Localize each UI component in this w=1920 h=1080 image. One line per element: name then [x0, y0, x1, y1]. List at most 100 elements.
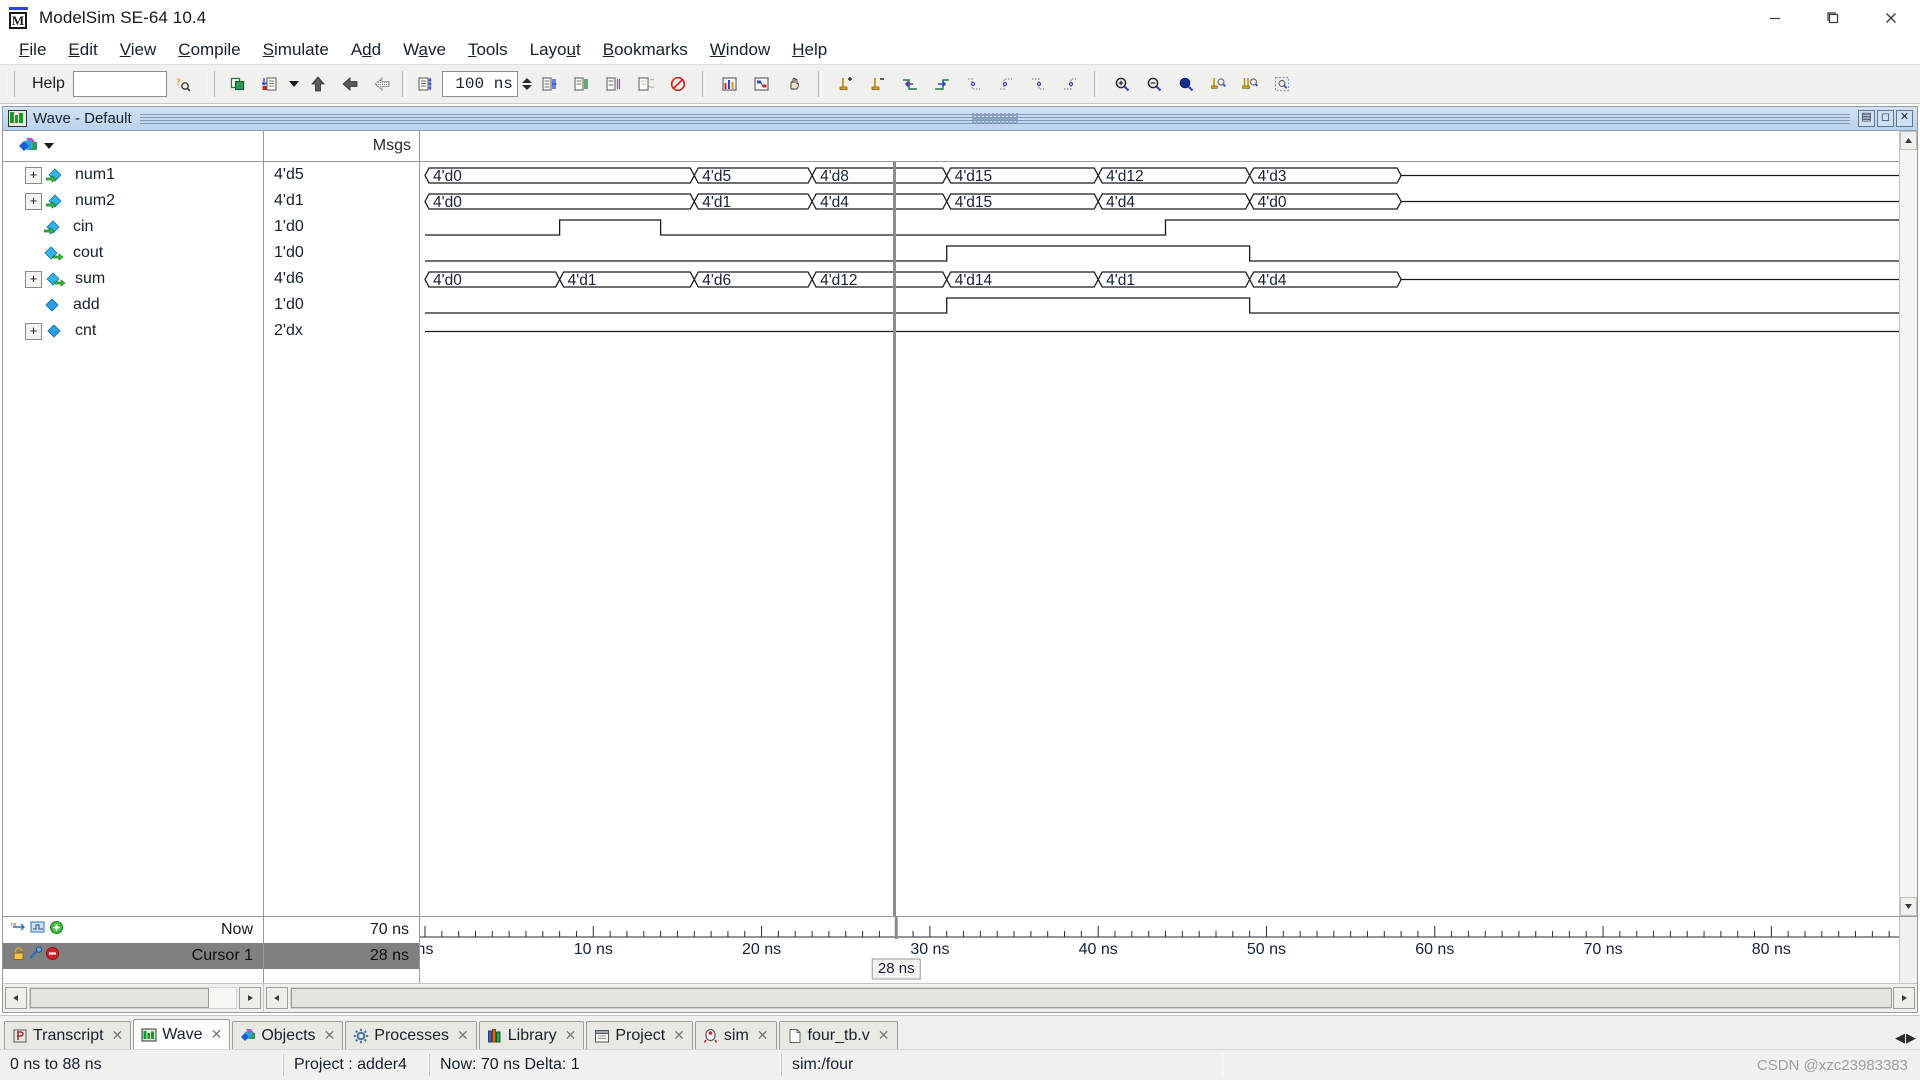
cursor-value[interactable]: 28 ns	[264, 943, 419, 969]
find-previous-transition-icon[interactable]	[894, 68, 926, 100]
run-icon[interactable]	[302, 68, 334, 100]
find-next-transition-icon[interactable]	[926, 68, 958, 100]
menu-simulate[interactable]: Simulate	[252, 37, 340, 63]
find-previous-falling-icon[interactable]	[958, 68, 990, 100]
menu-window[interactable]: Window	[699, 37, 781, 63]
configure-cursor-icon[interactable]	[28, 946, 43, 966]
vertical-scroll-track[interactable]	[1900, 150, 1917, 897]
step-icon[interactable]	[534, 68, 566, 100]
break-icon[interactable]	[410, 68, 442, 100]
run-length-input[interactable]: 100 ns	[442, 71, 518, 97]
menu-layout[interactable]: Layout	[519, 37, 592, 63]
tab-close-icon[interactable]: ✕	[211, 1026, 223, 1043]
scroll-left-icon[interactable]	[5, 987, 27, 1009]
help-search-icon[interactable]: ?	[167, 68, 199, 100]
signal-row-add[interactable]: add	[3, 292, 263, 318]
menu-edit[interactable]: Edit	[57, 37, 108, 63]
dataflow-icon[interactable]	[746, 68, 778, 100]
menu-add[interactable]: Add	[340, 37, 392, 63]
add-wave-icon[interactable]	[30, 920, 47, 940]
tab-close-icon[interactable]: ✕	[757, 1027, 769, 1044]
wave-close-icon[interactable]: ✕	[1896, 110, 1913, 127]
add-green-icon[interactable]	[49, 920, 64, 940]
zoom-between-cursors-icon[interactable]	[1234, 68, 1266, 100]
signal-row-num1[interactable]: + num1	[3, 162, 263, 188]
tab-transcript[interactable]: Transcript ✕	[4, 1021, 131, 1049]
menu-tools[interactable]: Tools	[457, 37, 519, 63]
now-marker-icon[interactable]: ns	[11, 920, 28, 940]
continue-run-icon[interactable]	[334, 68, 366, 100]
menu-view[interactable]: View	[109, 37, 168, 63]
paste-icon[interactable]	[254, 68, 286, 100]
tab-close-icon[interactable]: ✕	[112, 1027, 124, 1044]
close-icon[interactable]	[1862, 0, 1920, 36]
toolbar-grip[interactable]	[6, 71, 15, 97]
zoom-in-on-active-cursor-icon[interactable]	[1202, 68, 1234, 100]
tab-close-icon[interactable]: ✕	[565, 1027, 577, 1044]
copy-icon[interactable]	[222, 68, 254, 100]
tab-close-icon[interactable]: ✕	[457, 1027, 469, 1044]
menu-compile[interactable]: Compile	[167, 37, 251, 63]
signal-row-sum[interactable]: + sum	[3, 266, 263, 292]
menu-wave[interactable]: Wave	[392, 37, 457, 63]
zoom-in-icon[interactable]	[1106, 68, 1138, 100]
zoom-range-icon[interactable]	[1266, 68, 1298, 100]
cursor-time-flag[interactable]: 28 ns	[878, 960, 915, 977]
time-ruler[interactable]: ns10 ns20 ns30 ns40 ns50 ns60 ns70 ns80 …	[420, 917, 1899, 983]
toolbar-grip-2[interactable]	[206, 71, 215, 97]
scroll-up-icon[interactable]	[1900, 131, 1917, 150]
tab-wave[interactable]: Wave ✕	[133, 1019, 230, 1049]
insert-cursor-icon[interactable]	[830, 68, 862, 100]
restart-icon[interactable]	[630, 68, 662, 100]
lock-icon[interactable]	[11, 946, 26, 966]
tab-objects[interactable]: Objects ✕	[232, 1021, 343, 1049]
signal-view-dropdown[interactable]	[3, 136, 54, 156]
names-hscrollbar[interactable]	[3, 984, 264, 1012]
maximize-icon[interactable]	[1804, 0, 1862, 36]
names-scroll-track[interactable]	[29, 987, 237, 1009]
find-previous-rising-icon[interactable]	[990, 68, 1022, 100]
tabbar-scroll-right-icon[interactable]: ▶	[1906, 1030, 1916, 1046]
expand-toggle-sum[interactable]: +	[25, 271, 42, 288]
cursor-1-line[interactable]	[893, 162, 896, 916]
chevron-down-icon[interactable]	[286, 68, 302, 100]
signal-row-num2[interactable]: + num2	[3, 188, 263, 214]
wave-maximize-icon[interactable]: ◻	[1877, 110, 1894, 127]
signal-row-cout[interactable]: cout	[3, 240, 263, 266]
wave-restore-icon[interactable]: ▤	[1858, 110, 1875, 127]
expand-toggle-num1[interactable]: +	[25, 167, 42, 184]
tab-four-tb-v[interactable]: four_tb.v ✕	[779, 1021, 898, 1049]
tab-close-icon[interactable]: ✕	[673, 1027, 685, 1044]
hand-icon[interactable]	[778, 68, 810, 100]
help-input[interactable]	[73, 71, 167, 97]
waveform-scroll-track[interactable]	[290, 987, 1891, 1009]
names-scroll-thumb[interactable]	[30, 988, 209, 1008]
tabbar-scroll-controls[interactable]: ◀ ▶	[1895, 1030, 1920, 1049]
menu-file[interactable]: File	[8, 37, 57, 63]
waveform-scroll-thumb[interactable]	[291, 988, 1892, 1008]
delete-cursor-icon[interactable]	[45, 946, 60, 966]
zoom-out-icon[interactable]	[1138, 68, 1170, 100]
tab-project[interactable]: Project ✕	[586, 1021, 693, 1049]
find-next-rising-icon[interactable]	[1054, 68, 1086, 100]
find-next-falling-icon[interactable]	[1022, 68, 1054, 100]
expand-toggle-cnt[interactable]: +	[25, 323, 42, 340]
signal-row-cin[interactable]: cin	[3, 214, 263, 240]
tab-sim[interactable]: sim ✕	[695, 1021, 777, 1049]
waveform-canvas[interactable]: 4'd04'd54'd84'd154'd124'd34'd04'd14'd44'…	[420, 162, 1899, 916]
tabbar-scroll-left-icon[interactable]: ◀	[1895, 1030, 1905, 1046]
wave-window-grip[interactable]	[972, 113, 1018, 124]
scroll-left-icon-2[interactable]	[266, 987, 288, 1009]
zoom-full-icon[interactable]	[1170, 68, 1202, 100]
waveform-hscrollbar[interactable]	[264, 984, 1917, 1012]
scroll-right-icon-2[interactable]	[1893, 987, 1915, 1009]
run-length-stepper[interactable]	[520, 72, 534, 96]
expand-toggle-num2[interactable]: +	[25, 193, 42, 210]
menu-help[interactable]: Help	[781, 37, 838, 63]
tab-close-icon[interactable]: ✕	[878, 1027, 890, 1044]
scroll-down-icon[interactable]	[1900, 897, 1917, 916]
menu-bookmarks[interactable]: Bookmarks	[592, 37, 699, 63]
cursor-row[interactable]: Cursor 1	[3, 943, 263, 969]
tab-library[interactable]: Library ✕	[479, 1021, 585, 1049]
delete-cursor-icon[interactable]	[862, 68, 894, 100]
